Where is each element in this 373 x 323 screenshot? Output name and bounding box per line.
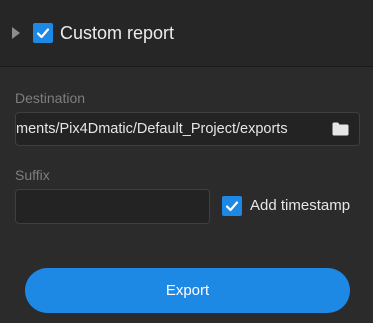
suffix-input[interactable] [15, 189, 210, 224]
destination-label: Destination [15, 90, 86, 106]
custom-report-panel: Custom report Destination ments/Pix4Dmat… [0, 0, 373, 323]
destination-field[interactable]: ments/Pix4Dmatic/Default_Project/exports [15, 112, 360, 146]
checkmark-icon [225, 201, 239, 212]
section-title: Custom report [60, 23, 175, 43]
destination-path-wrap: ments/Pix4Dmatic/Default_Project/exports [16, 113, 328, 145]
section-header[interactable]: Custom report [0, 0, 373, 67]
destination-path: ments/Pix4Dmatic/Default_Project/exports [16, 121, 288, 137]
suffix-label: Suffix [15, 167, 50, 183]
export-button[interactable]: Export [25, 268, 350, 313]
expand-triangle-icon[interactable] [12, 27, 20, 39]
add-timestamp-checkbox[interactable] [222, 196, 242, 216]
custom-report-checkbox[interactable] [33, 23, 53, 43]
add-timestamp-label[interactable]: Add timestamp [250, 197, 350, 215]
checkmark-icon [36, 28, 50, 39]
folder-icon[interactable] [332, 122, 349, 136]
